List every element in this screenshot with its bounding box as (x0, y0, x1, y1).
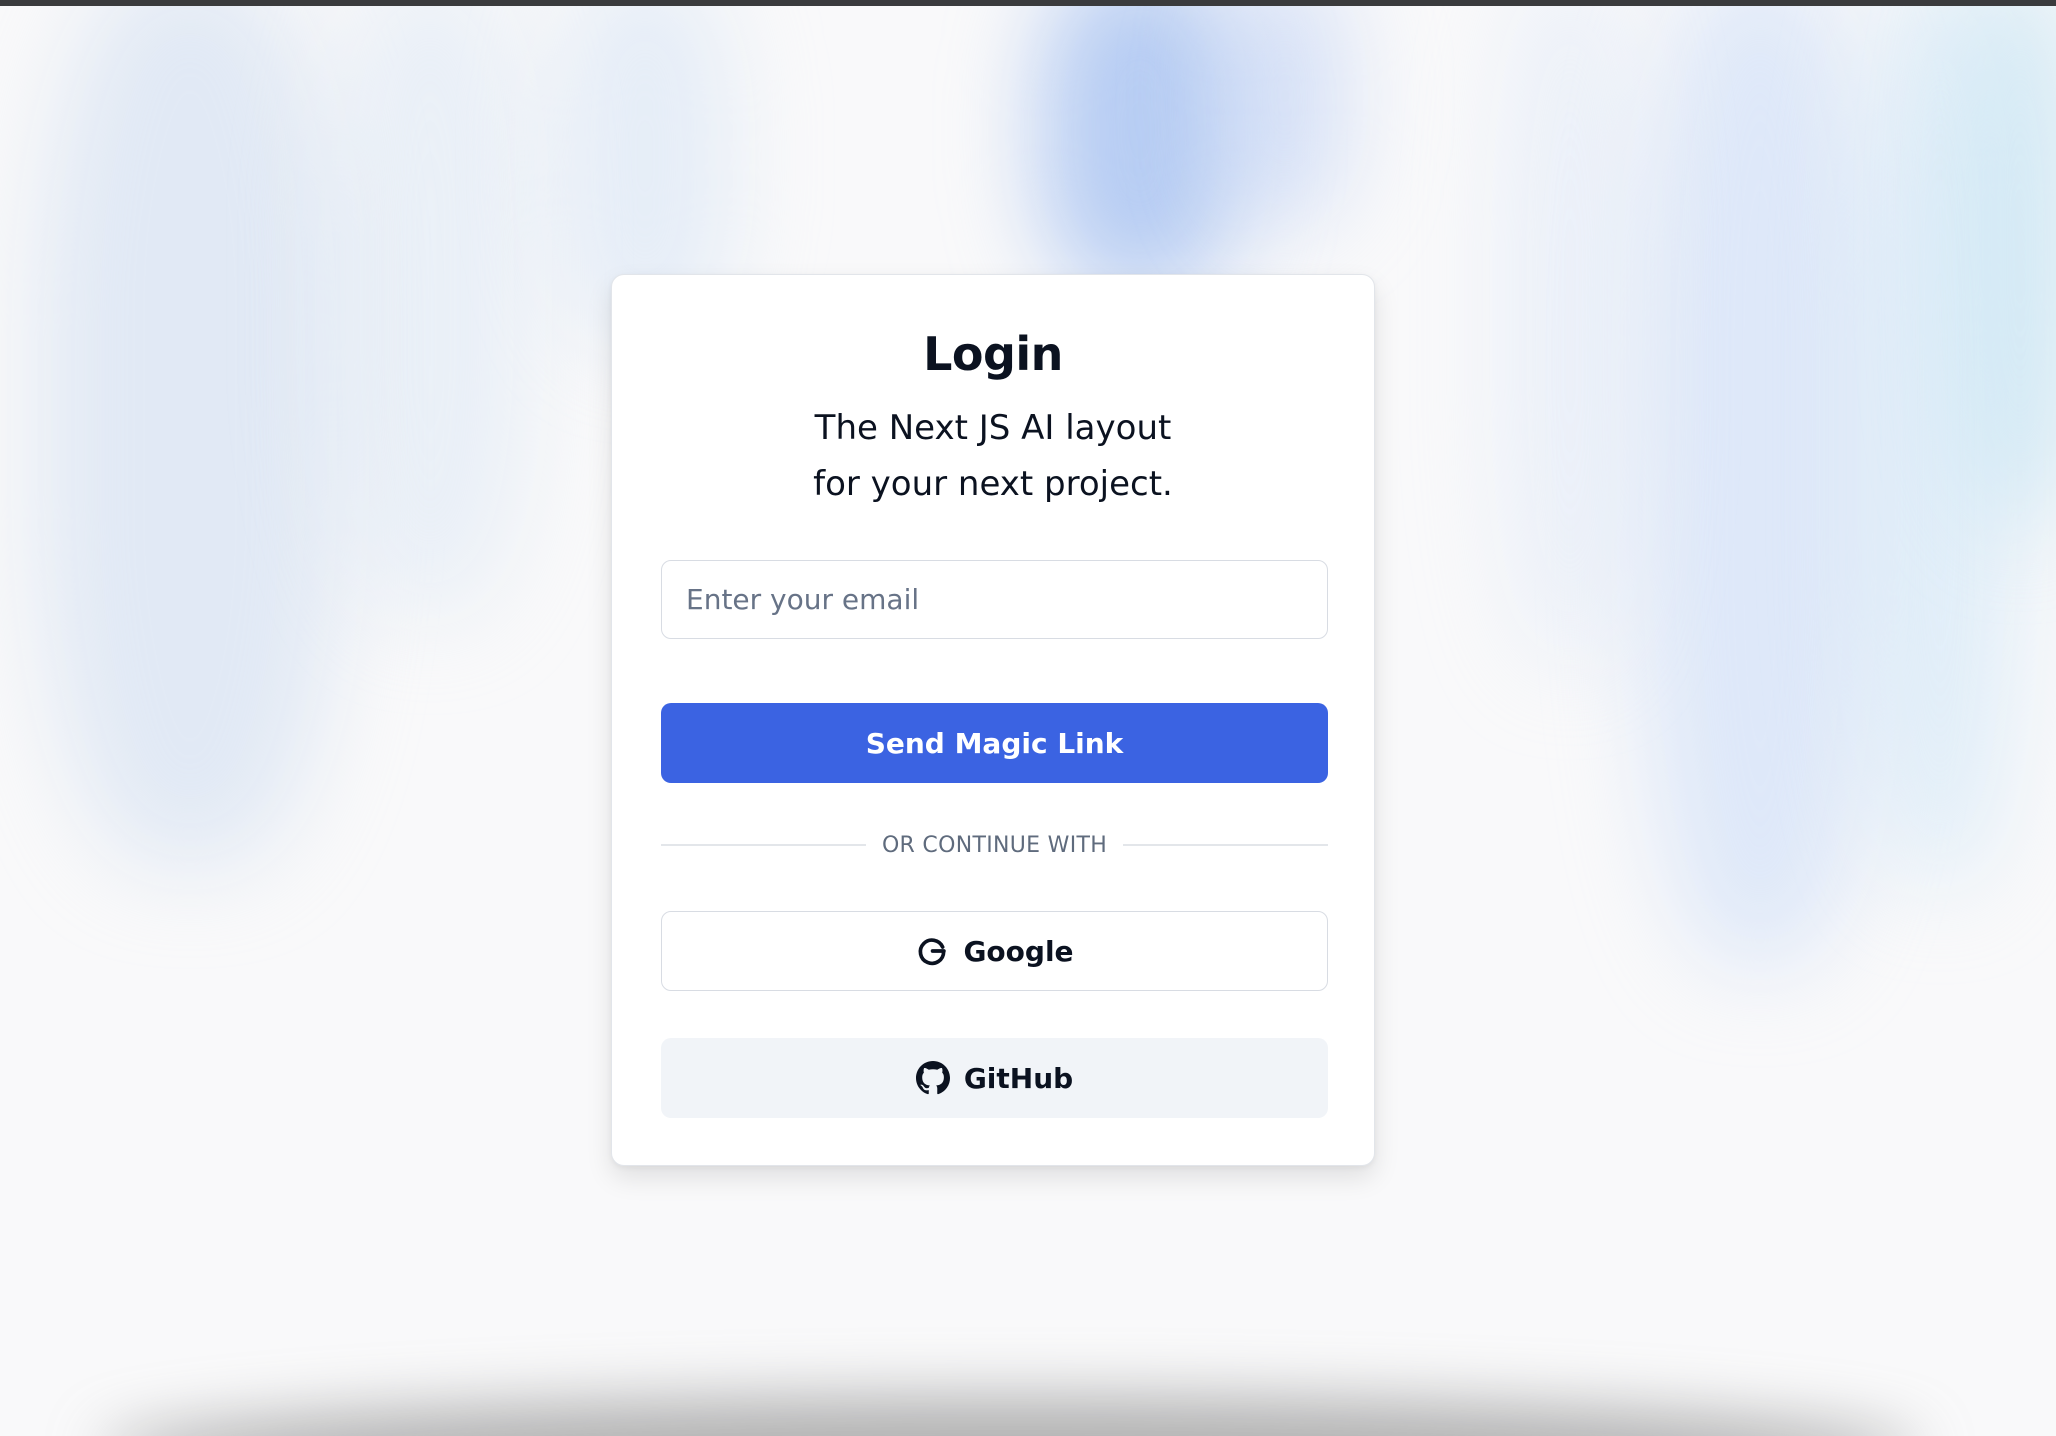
login-card: Login The Next JS AI layout for your nex… (611, 274, 1375, 1166)
login-subtitle: The Next JS AI layout for your next proj… (612, 400, 1374, 512)
background-streak (1040, 6, 1240, 296)
github-icon (915, 1061, 950, 1095)
or-continue-divider: OR CONTINUE WITH (661, 828, 1329, 862)
google-button[interactable]: Google (661, 911, 1328, 991)
bottom-shadow (100, 1396, 1920, 1436)
divider-line-right (1123, 844, 1329, 846)
background-streak (1500, 6, 1640, 666)
divider-line-left (661, 844, 866, 846)
divider-text: OR CONTINUE WITH (881, 832, 1108, 858)
background-streak (1640, 6, 1880, 966)
subtitle-line-1: The Next JS AI layout (814, 408, 1172, 448)
background-streak (1220, 6, 1350, 226)
background-streak (1960, 6, 2056, 526)
email-input[interactable] (661, 560, 1328, 639)
google-button-label: Google (963, 934, 1074, 968)
send-magic-link-button[interactable]: Send Magic Link (661, 703, 1328, 783)
subtitle-line-2: for your next project. (813, 464, 1173, 504)
github-button[interactable]: GitHub (661, 1038, 1328, 1118)
background-streak (330, 6, 530, 616)
github-button-label: GitHub (963, 1061, 1074, 1095)
login-title: Login (923, 327, 1063, 381)
background-streak (40, 6, 340, 866)
google-icon (915, 934, 949, 968)
